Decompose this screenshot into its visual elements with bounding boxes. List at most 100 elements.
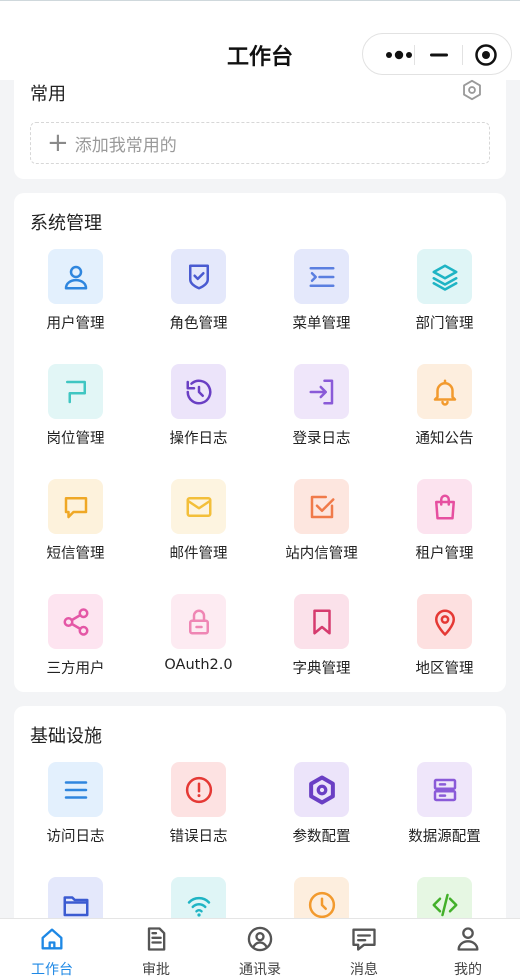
grid-item-bell[interactable]: 通知公告 [383,364,506,464]
infrastructure-card: 基础设施 访问日志 错误日志 参数配置 数据源配置 [14,706,506,936]
login-icon [309,379,333,404]
grid-icon-tile [48,249,103,304]
clock-icon [308,891,335,918]
grid-item-hexagon-settings[interactable]: 参数配置 [260,762,383,862]
capsule-divider [414,45,415,65]
grid-item-label: 用户管理 [46,316,105,332]
grid-item-label: 访问日志 [46,829,105,845]
tab-chat[interactable]: 消息 [312,919,416,979]
minus-icon [430,53,448,57]
home-icon [41,928,63,950]
grid-icon-tile [294,364,349,419]
mail-icon [186,496,211,517]
profile-icon [457,927,479,951]
mini-program-capsule [362,33,512,75]
grid-icon-tile [171,762,226,817]
grid-item-label: 地区管理 [415,661,474,677]
grid-item-label: 菜单管理 [292,316,351,332]
grid-icon-tile [294,249,349,304]
tab-profile[interactable]: 我的 [416,919,520,979]
grid-item-message[interactable]: 短信管理 [14,479,137,579]
grid-item-user[interactable]: 用户管理 [14,249,137,349]
grid-icon-tile [48,479,103,534]
tab-contact[interactable]: 通讯录 [208,919,312,979]
grid-item-alert-circle[interactable]: 错误日志 [137,762,260,862]
close-miniprogram-button[interactable] [463,34,509,76]
tab-home[interactable]: 工作台 [0,919,104,979]
grid-icon-tile [171,249,226,304]
grid-item-label: 岗位管理 [46,431,105,447]
chat-icon [352,928,376,951]
grid-item-label: 通知公告 [415,431,474,447]
wifi-icon [187,896,210,917]
user-icon [64,265,87,289]
grid-icon-tile [171,594,226,649]
minimize-button[interactable] [417,34,461,76]
bottom-tab-bar: 工作台 审批 通讯录 消息 我的 [0,918,520,979]
grid-item-map-pin[interactable]: 地区管理 [383,594,506,694]
grid-item-label: 字典管理 [292,661,351,677]
grid-item-post[interactable]: 岗位管理 [14,364,137,464]
checkbox-icon [310,495,334,518]
shopping-bag-icon [434,494,455,519]
grid-item-label: 站内信管理 [285,546,358,562]
share-icon [63,607,88,636]
grid-item-list[interactable]: 访问日志 [14,762,137,862]
grid-item-label: 数据源配置 [408,829,481,845]
grid-item-share[interactable]: 三方用户 [14,594,137,694]
contact-icon [247,926,273,952]
grid-icon-tile [48,594,103,649]
grid-icon-tile [294,762,349,817]
grid-item-label: 三方用户 [46,661,105,677]
grid-item-layers[interactable]: 部门管理 [383,249,506,349]
grid-icon-tile [417,762,472,817]
grid-item-lock[interactable]: OAuth2.0 [137,594,260,694]
grid-icon-tile [171,364,226,419]
grid-item-shield-check[interactable]: 角色管理 [137,249,260,349]
add-common-label: 添加我常用的 [74,135,177,156]
bookmark-icon [312,609,331,634]
tab-document[interactable]: 审批 [104,919,208,979]
grid-item-history[interactable]: 操作日志 [137,364,260,464]
post-icon [65,380,86,403]
alert-circle-icon [185,776,212,803]
grid-item-label: 登录日志 [292,431,351,447]
section-title: 基础设施 [30,726,102,747]
grid-item-login[interactable]: 登录日志 [260,364,383,464]
grid-item-menu-list[interactable]: 菜单管理 [260,249,383,349]
message-icon [64,496,87,518]
grid-item-bookmark[interactable]: 字典管理 [260,594,383,694]
grid-icon-tile [294,479,349,534]
hexagon-settings-icon [308,775,335,804]
grid-icon-tile [417,249,472,304]
grid-item-server[interactable]: 数据源配置 [383,762,506,862]
target-icon [475,44,497,66]
map-pin-icon [434,609,455,636]
grid-icon-tile [171,479,226,534]
settings-icon[interactable] [461,79,483,101]
system-management-card: 系统管理 用户管理 角色管理 菜单管理 部门管理岗位管理 操作日志 登录日志 通知公告短信管… [14,193,506,692]
grid-icon-tile [48,364,103,419]
tab-label: 通讯录 [239,962,281,978]
add-common-button[interactable]: + 添加我常用的 [30,122,490,164]
grid-item-label: 短信管理 [46,546,105,562]
grid-item-mail[interactable]: 邮件管理 [137,479,260,579]
code-icon [432,893,457,916]
grid-icon-tile [48,762,103,817]
grid-item-shopping-bag[interactable]: 租户管理 [383,479,506,579]
grid-item-checkbox[interactable]: 站内信管理 [260,479,383,579]
shield-check-icon [188,264,209,289]
layers-icon [432,264,457,291]
tab-label: 我的 [454,962,482,978]
grid-item-label: 部门管理 [415,316,474,332]
section-title: 系统管理 [30,213,102,234]
grid-item-label: 角色管理 [169,316,228,332]
grid-item-label: 租户管理 [415,546,474,562]
tab-label: 工作台 [31,962,73,978]
tab-label: 审批 [142,962,170,978]
common-title: 常用 [30,84,66,105]
tab-label: 消息 [350,962,378,978]
grid-item-label: 操作日志 [169,431,228,447]
more-dots-icon [386,50,412,60]
plus-icon: + [47,128,69,158]
